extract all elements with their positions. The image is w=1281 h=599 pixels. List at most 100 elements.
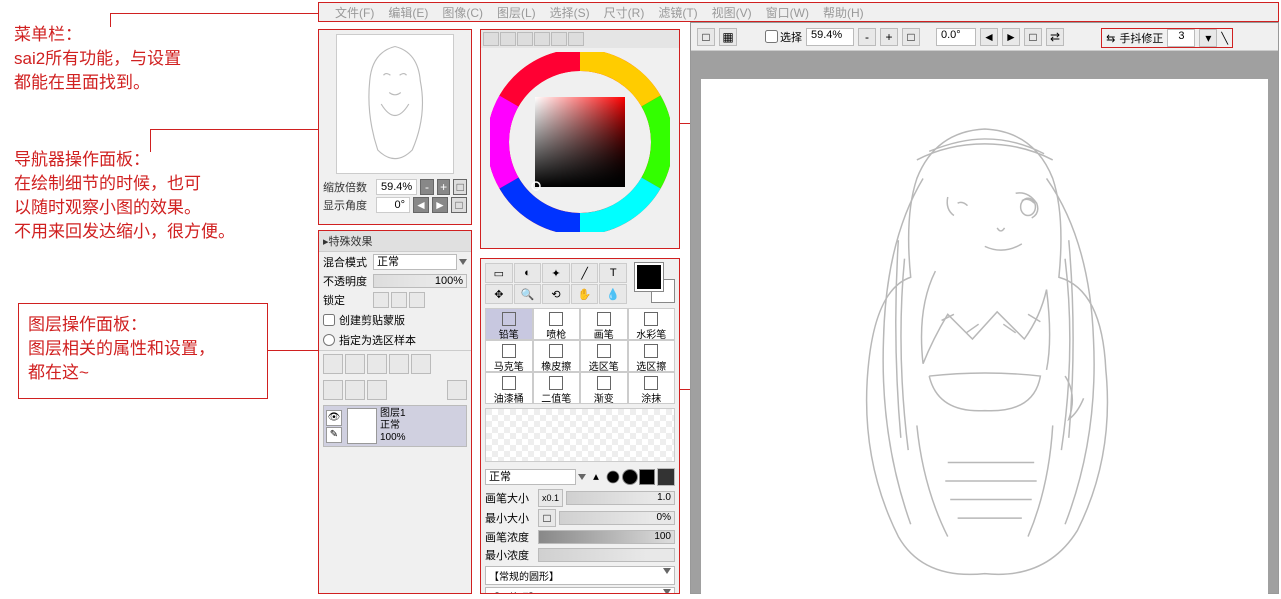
minsize-btn[interactable]: □	[538, 509, 556, 527]
rotate-reset-btn[interactable]: □	[1024, 28, 1042, 46]
swap-icon[interactable]: ⇆	[1106, 32, 1115, 45]
brush-shape-dropdown[interactable]: 【常规的圆形】	[485, 566, 675, 585]
density-slider[interactable]: 100	[538, 530, 675, 544]
lock-icon-2[interactable]	[391, 292, 407, 308]
rotate-right-btn[interactable]: ►	[1002, 28, 1020, 46]
menu-help[interactable]: 帮助(H)	[819, 4, 868, 21]
new-linework-icon[interactable]	[345, 354, 365, 374]
transfer-icon[interactable]	[411, 354, 431, 374]
effects-header[interactable]: ▸特殊效果	[319, 231, 471, 252]
brush-texture-dropdown[interactable]: 【无纹理】	[485, 587, 675, 594]
brush-airbrush[interactable]: 喷枪	[533, 308, 581, 340]
flatten-icon[interactable]	[345, 380, 365, 400]
brush-eraser[interactable]: 橡皮擦	[533, 340, 581, 372]
tool-select-rect[interactable]: ▭	[485, 263, 513, 283]
brush-watercolor[interactable]: 水彩笔	[628, 308, 676, 340]
brush-marker[interactable]: 马克笔	[485, 340, 533, 372]
menu-file[interactable]: 文件(F)	[331, 4, 378, 21]
brush-blur[interactable]: 涂抹	[628, 372, 676, 404]
tool-rotate[interactable]: ⟲	[542, 284, 570, 304]
zoom-in-btn[interactable]: +	[880, 28, 898, 46]
menu-window[interactable]: 窗口(W)	[762, 4, 813, 21]
angle-value[interactable]: 0°	[376, 197, 410, 213]
stabilizer-line-icon[interactable]: ╲	[1221, 32, 1228, 45]
color-tab-gray[interactable]	[534, 32, 550, 46]
zoom-fit-btn[interactable]: □	[902, 28, 920, 46]
color-tab-hsv[interactable]	[517, 32, 533, 46]
merge-icon[interactable]	[323, 380, 343, 400]
brush-brush[interactable]: 画笔	[580, 308, 628, 340]
menu-image[interactable]: 图像(C)	[438, 4, 487, 21]
opacity-slider[interactable]: 100%	[373, 274, 467, 288]
layer-edit-icon[interactable]: ✎	[326, 427, 342, 443]
navigator-preview[interactable]	[336, 34, 454, 174]
mask-icon[interactable]	[389, 354, 409, 374]
angle-right[interactable]: ►	[432, 197, 448, 213]
mode-dropdown-icon[interactable]	[578, 474, 586, 480]
foreground-color-swatch[interactable]	[635, 263, 663, 291]
tool-wand[interactable]: ✦	[542, 263, 570, 283]
size-mult-btn[interactable]: x0.1	[538, 489, 563, 507]
menu-edit[interactable]: 编辑(E)	[384, 4, 432, 21]
brush-mode-select[interactable]: 正常	[485, 469, 576, 485]
zoom-out-btn[interactable]: -	[858, 28, 876, 46]
menu-size[interactable]: 尺寸(R)	[600, 4, 649, 21]
tool-move[interactable]: ✥	[485, 284, 513, 304]
rotate-field[interactable]: 0.0°	[936, 28, 976, 46]
clip-checkbox[interactable]	[323, 314, 335, 326]
angle-reset[interactable]: □	[451, 197, 467, 213]
color-wheel[interactable]	[481, 52, 679, 242]
tool-zoom[interactable]: 🔍	[514, 284, 542, 304]
stabilizer-value[interactable]: 3	[1167, 29, 1195, 47]
brush-binary[interactable]: 二值笔	[533, 372, 581, 404]
brush-edge-icons[interactable]	[588, 469, 655, 485]
color-swatches[interactable]	[635, 263, 675, 303]
vt-btn-1[interactable]: □	[697, 28, 715, 46]
delete-layer-icon[interactable]	[447, 380, 467, 400]
zoom-reset[interactable]: □	[453, 179, 467, 195]
flip-btn[interactable]: ⇄	[1046, 28, 1064, 46]
color-tab-palette[interactable]	[568, 32, 584, 46]
layer-visibility-icon[interactable]: 👁	[326, 410, 342, 426]
rotate-left-btn[interactable]: ◄	[980, 28, 998, 46]
zoom-field[interactable]: 59.4%	[806, 28, 854, 46]
zoom-value[interactable]: 59.4%	[376, 179, 417, 195]
tool-hand[interactable]: ✋	[571, 284, 599, 304]
zoom-plus[interactable]: +	[437, 179, 451, 195]
angle-left[interactable]: ◄	[413, 197, 429, 213]
brush-pencil[interactable]: 铅笔	[485, 308, 533, 340]
clear-icon[interactable]	[367, 380, 387, 400]
vt-btn-2[interactable]: ▦	[719, 28, 737, 46]
mindensity-slider[interactable]	[538, 548, 675, 562]
new-folder-icon[interactable]	[367, 354, 387, 374]
size-slider[interactable]: 1.0	[566, 491, 675, 505]
stabilizer-dropdown[interactable]: ▾	[1199, 29, 1217, 47]
brush-bucket[interactable]: 油漆桶	[485, 372, 533, 404]
color-tab-swatch[interactable]	[551, 32, 567, 46]
menu-filter[interactable]: 滤镜(T)	[654, 4, 701, 21]
layer-item-1[interactable]: 👁 ✎ 图层1 正常 100%	[323, 405, 467, 447]
menu-layer[interactable]: 图层(L)	[493, 4, 540, 21]
brush-selpen[interactable]: 选区笔	[580, 340, 628, 372]
color-tab-rgb[interactable]	[500, 32, 516, 46]
menu-view[interactable]: 视图(V)	[708, 4, 756, 21]
color-tab-wheel[interactable]	[483, 32, 499, 46]
tool-text[interactable]: T	[599, 263, 627, 283]
select-checkbox[interactable]	[765, 30, 778, 43]
blend-dropdown-icon[interactable]	[459, 259, 467, 265]
zoom-minus[interactable]: -	[420, 179, 434, 195]
canvas[interactable]	[701, 79, 1268, 599]
brush-seleraser[interactable]: 选区擦	[628, 340, 676, 372]
brush-shape-rect-icon[interactable]	[657, 468, 675, 486]
blend-value[interactable]: 正常	[373, 254, 457, 270]
tool-line[interactable]: ╱	[571, 263, 599, 283]
brush-gradient[interactable]: 渐变	[580, 372, 628, 404]
menu-select[interactable]: 选择(S)	[546, 4, 594, 21]
lock-icon-1[interactable]	[373, 292, 389, 308]
selection-src-radio[interactable]	[323, 334, 335, 346]
tool-eyedropper[interactable]: 💧	[599, 284, 627, 304]
minsize-slider[interactable]: 0%	[559, 511, 675, 525]
lock-icon-3[interactable]	[409, 292, 425, 308]
new-layer-icon[interactable]	[323, 354, 343, 374]
tool-lasso[interactable]: ◐	[514, 263, 542, 283]
